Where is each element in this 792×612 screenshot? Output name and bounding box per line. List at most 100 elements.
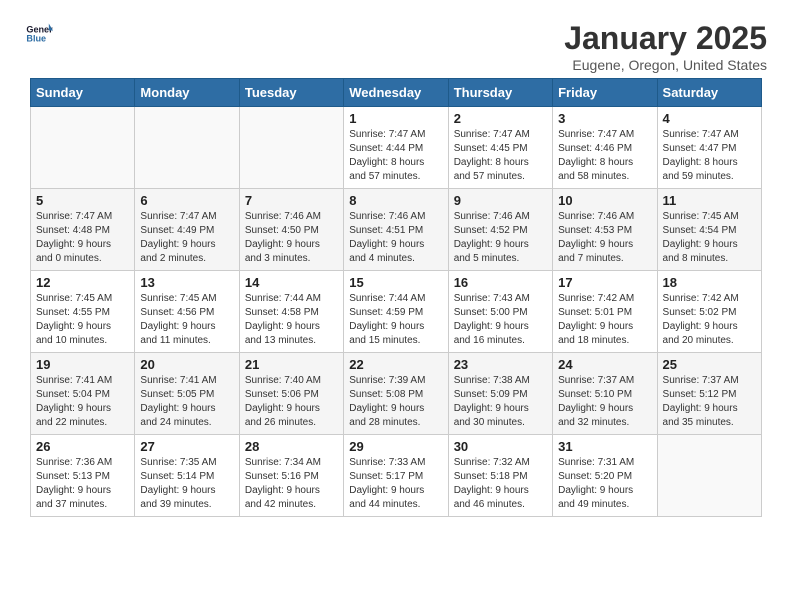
calendar-day-cell: 9 Sunrise: 7:46 AMSunset: 4:52 PMDayligh…	[448, 189, 552, 271]
day-number: 30	[454, 439, 547, 454]
day-number: 13	[140, 275, 233, 290]
calendar-day-cell: 8 Sunrise: 7:46 AMSunset: 4:51 PMDayligh…	[344, 189, 448, 271]
page-header: General Blue January 2025 Eugene, Oregon…	[10, 10, 782, 78]
day-number: 2	[454, 111, 547, 126]
day-info: Sunrise: 7:35 AMSunset: 5:14 PMDaylight:…	[140, 456, 233, 512]
day-number: 15	[349, 275, 442, 290]
calendar-day-cell: 23 Sunrise: 7:38 AMSunset: 5:09 PMDaylig…	[448, 353, 552, 435]
calendar-day-cell: 16 Sunrise: 7:43 AMSunset: 5:00 PMDaylig…	[448, 271, 552, 353]
calendar-day-cell: 22 Sunrise: 7:39 AMSunset: 5:08 PMDaylig…	[344, 353, 448, 435]
header-sunday: Sunday	[31, 79, 135, 107]
weekday-header-row: Sunday Monday Tuesday Wednesday Thursday…	[31, 79, 762, 107]
day-info: Sunrise: 7:40 AMSunset: 5:06 PMDaylight:…	[245, 374, 338, 430]
calendar-day-cell: 10 Sunrise: 7:46 AMSunset: 4:53 PMDaylig…	[553, 189, 657, 271]
calendar-day-cell: 20 Sunrise: 7:41 AMSunset: 5:05 PMDaylig…	[135, 353, 239, 435]
header-friday: Friday	[553, 79, 657, 107]
calendar-day-cell	[239, 107, 343, 189]
calendar-day-cell: 5 Sunrise: 7:47 AMSunset: 4:48 PMDayligh…	[31, 189, 135, 271]
day-info: Sunrise: 7:34 AMSunset: 5:16 PMDaylight:…	[245, 456, 338, 512]
calendar-week-row: 26 Sunrise: 7:36 AMSunset: 5:13 PMDaylig…	[31, 435, 762, 517]
month-title: January 2025	[564, 20, 767, 57]
logo: General Blue	[25, 20, 53, 48]
calendar-day-cell: 13 Sunrise: 7:45 AMSunset: 4:56 PMDaylig…	[135, 271, 239, 353]
day-number: 26	[36, 439, 129, 454]
day-number: 1	[349, 111, 442, 126]
day-info: Sunrise: 7:44 AMSunset: 4:58 PMDaylight:…	[245, 292, 338, 348]
header-wednesday: Wednesday	[344, 79, 448, 107]
header-saturday: Saturday	[657, 79, 761, 107]
day-info: Sunrise: 7:41 AMSunset: 5:05 PMDaylight:…	[140, 374, 233, 430]
day-number: 24	[558, 357, 651, 372]
day-info: Sunrise: 7:46 AMSunset: 4:52 PMDaylight:…	[454, 210, 547, 266]
day-info: Sunrise: 7:45 AMSunset: 4:54 PMDaylight:…	[663, 210, 756, 266]
day-info: Sunrise: 7:47 AMSunset: 4:47 PMDaylight:…	[663, 128, 756, 184]
calendar-day-cell: 6 Sunrise: 7:47 AMSunset: 4:49 PMDayligh…	[135, 189, 239, 271]
day-info: Sunrise: 7:43 AMSunset: 5:00 PMDaylight:…	[454, 292, 547, 348]
day-info: Sunrise: 7:47 AMSunset: 4:48 PMDaylight:…	[36, 210, 129, 266]
calendar-week-row: 1 Sunrise: 7:47 AMSunset: 4:44 PMDayligh…	[31, 107, 762, 189]
calendar-day-cell: 30 Sunrise: 7:32 AMSunset: 5:18 PMDaylig…	[448, 435, 552, 517]
day-number: 7	[245, 193, 338, 208]
day-number: 19	[36, 357, 129, 372]
calendar-day-cell: 14 Sunrise: 7:44 AMSunset: 4:58 PMDaylig…	[239, 271, 343, 353]
calendar-day-cell	[657, 435, 761, 517]
day-number: 27	[140, 439, 233, 454]
calendar-day-cell: 24 Sunrise: 7:37 AMSunset: 5:10 PMDaylig…	[553, 353, 657, 435]
day-number: 31	[558, 439, 651, 454]
day-number: 29	[349, 439, 442, 454]
header-thursday: Thursday	[448, 79, 552, 107]
calendar-day-cell: 7 Sunrise: 7:46 AMSunset: 4:50 PMDayligh…	[239, 189, 343, 271]
day-info: Sunrise: 7:44 AMSunset: 4:59 PMDaylight:…	[349, 292, 442, 348]
day-info: Sunrise: 7:47 AMSunset: 4:45 PMDaylight:…	[454, 128, 547, 184]
calendar-day-cell: 18 Sunrise: 7:42 AMSunset: 5:02 PMDaylig…	[657, 271, 761, 353]
calendar-day-cell: 3 Sunrise: 7:47 AMSunset: 4:46 PMDayligh…	[553, 107, 657, 189]
day-number: 8	[349, 193, 442, 208]
day-info: Sunrise: 7:45 AMSunset: 4:56 PMDaylight:…	[140, 292, 233, 348]
day-number: 10	[558, 193, 651, 208]
header-tuesday: Tuesday	[239, 79, 343, 107]
calendar-day-cell: 11 Sunrise: 7:45 AMSunset: 4:54 PMDaylig…	[657, 189, 761, 271]
day-number: 5	[36, 193, 129, 208]
calendar-week-row: 19 Sunrise: 7:41 AMSunset: 5:04 PMDaylig…	[31, 353, 762, 435]
calendar-day-cell: 15 Sunrise: 7:44 AMSunset: 4:59 PMDaylig…	[344, 271, 448, 353]
day-info: Sunrise: 7:47 AMSunset: 4:44 PMDaylight:…	[349, 128, 442, 184]
calendar-table: Sunday Monday Tuesday Wednesday Thursday…	[30, 78, 762, 517]
calendar-wrapper: Sunday Monday Tuesday Wednesday Thursday…	[10, 78, 782, 517]
logo-icon: General Blue	[25, 20, 53, 48]
day-info: Sunrise: 7:46 AMSunset: 4:51 PMDaylight:…	[349, 210, 442, 266]
day-number: 21	[245, 357, 338, 372]
calendar-day-cell: 21 Sunrise: 7:40 AMSunset: 5:06 PMDaylig…	[239, 353, 343, 435]
calendar-week-row: 12 Sunrise: 7:45 AMSunset: 4:55 PMDaylig…	[31, 271, 762, 353]
day-number: 17	[558, 275, 651, 290]
day-number: 23	[454, 357, 547, 372]
calendar-day-cell: 25 Sunrise: 7:37 AMSunset: 5:12 PMDaylig…	[657, 353, 761, 435]
day-number: 20	[140, 357, 233, 372]
calendar-day-cell: 2 Sunrise: 7:47 AMSunset: 4:45 PMDayligh…	[448, 107, 552, 189]
calendar-day-cell	[31, 107, 135, 189]
day-number: 18	[663, 275, 756, 290]
day-number: 12	[36, 275, 129, 290]
calendar-week-row: 5 Sunrise: 7:47 AMSunset: 4:48 PMDayligh…	[31, 189, 762, 271]
day-info: Sunrise: 7:33 AMSunset: 5:17 PMDaylight:…	[349, 456, 442, 512]
day-number: 28	[245, 439, 338, 454]
day-info: Sunrise: 7:45 AMSunset: 4:55 PMDaylight:…	[36, 292, 129, 348]
day-number: 22	[349, 357, 442, 372]
day-number: 25	[663, 357, 756, 372]
day-info: Sunrise: 7:41 AMSunset: 5:04 PMDaylight:…	[36, 374, 129, 430]
day-number: 11	[663, 193, 756, 208]
day-number: 9	[454, 193, 547, 208]
calendar-day-cell	[135, 107, 239, 189]
calendar-day-cell: 12 Sunrise: 7:45 AMSunset: 4:55 PMDaylig…	[31, 271, 135, 353]
day-info: Sunrise: 7:46 AMSunset: 4:53 PMDaylight:…	[558, 210, 651, 266]
calendar-day-cell: 17 Sunrise: 7:42 AMSunset: 5:01 PMDaylig…	[553, 271, 657, 353]
day-number: 6	[140, 193, 233, 208]
title-block: January 2025 Eugene, Oregon, United Stat…	[564, 20, 767, 73]
day-info: Sunrise: 7:31 AMSunset: 5:20 PMDaylight:…	[558, 456, 651, 512]
day-info: Sunrise: 7:46 AMSunset: 4:50 PMDaylight:…	[245, 210, 338, 266]
svg-text:Blue: Blue	[26, 34, 46, 44]
calendar-day-cell: 19 Sunrise: 7:41 AMSunset: 5:04 PMDaylig…	[31, 353, 135, 435]
day-info: Sunrise: 7:47 AMSunset: 4:46 PMDaylight:…	[558, 128, 651, 184]
calendar-day-cell: 4 Sunrise: 7:47 AMSunset: 4:47 PMDayligh…	[657, 107, 761, 189]
calendar-day-cell: 27 Sunrise: 7:35 AMSunset: 5:14 PMDaylig…	[135, 435, 239, 517]
day-info: Sunrise: 7:42 AMSunset: 5:01 PMDaylight:…	[558, 292, 651, 348]
